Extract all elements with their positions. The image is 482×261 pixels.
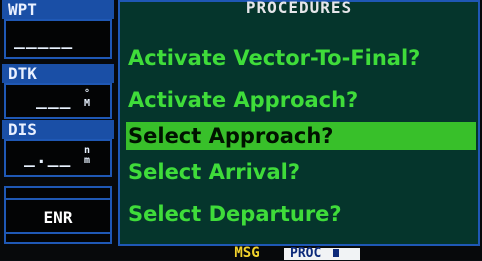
menu-item-select-arrival[interactable]: Select Arrival? — [128, 158, 300, 186]
menu-item-select-approach[interactable]: Select Approach? — [126, 122, 476, 150]
procedures-panel: Activate Vector-To-Final? Activate Appro… — [118, 0, 480, 246]
dis-field: _.__ n m — [4, 139, 112, 177]
wpt-field: _____ — [4, 19, 112, 59]
mode-box: ENR — [4, 186, 112, 244]
dis-unit-n: n — [84, 145, 91, 156]
menu-item-activate-approach[interactable]: Activate Approach? — [128, 86, 358, 114]
dis-value: _.__ — [24, 147, 72, 168]
dtk-label: DTK — [2, 64, 114, 83]
menu-item-select-departure[interactable]: Select Departure? — [128, 200, 342, 228]
wpt-label: WPT — [2, 0, 114, 19]
menu-item-activate-vtf[interactable]: Activate Vector-To-Final? — [128, 44, 420, 72]
dtk-field: ___ ° M — [4, 83, 112, 119]
mode-annunciator: ENR — [43, 208, 73, 227]
proc-label: PROC — [290, 246, 322, 261]
mode-divider-bottom — [6, 232, 110, 234]
dis-unit-m: m — [84, 155, 91, 166]
msg-annunciator[interactable]: MSG — [216, 246, 278, 260]
mode-divider-top — [6, 198, 110, 200]
dis-label: DIS — [2, 120, 114, 139]
gps-screen: WPT _____ DTK ___ ° M DIS _.__ n m ENR A… — [0, 0, 482, 260]
data-sidebar: WPT _____ DTK ___ ° M DIS _.__ n m ENR — [2, 0, 114, 248]
cursor-block-icon — [333, 249, 340, 257]
dtk-value: ___ — [36, 89, 72, 110]
dtk-unit-magnetic: M — [84, 98, 91, 109]
dtk-unit-degree: ° — [84, 88, 91, 99]
wpt-value: _____ — [14, 29, 74, 50]
status-bar: MSG PROC — [0, 246, 482, 261]
page-title: PROCEDURES — [245, 0, 353, 17]
proc-annunciator: PROC — [284, 246, 360, 261]
